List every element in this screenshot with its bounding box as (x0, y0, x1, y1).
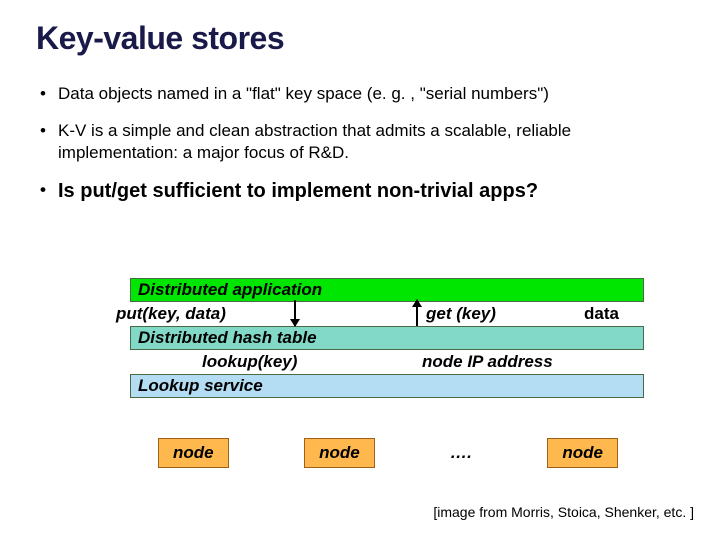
node-box: node (158, 438, 229, 468)
slide-title: Key-value stores (36, 20, 684, 57)
label-lookup: lookup(key) (202, 352, 297, 372)
label-lookup-service: Lookup service (130, 376, 263, 396)
bullet-item-2: K-V is a simple and clean abstraction th… (36, 120, 684, 163)
label-distributed-app: Distributed application (130, 280, 322, 300)
row-put-get: put(key, data) get (key) data (108, 302, 644, 326)
label-put: put(key, data) (116, 304, 226, 324)
bullet-item-3: Is put/get sufficient to implement non-t… (36, 179, 684, 204)
node-box: node (547, 438, 618, 468)
label-get: get (key) (426, 304, 496, 324)
arrow-up-icon (416, 300, 418, 326)
arrow-down-icon (294, 300, 296, 326)
row-lookup-service: Lookup service (130, 374, 644, 398)
bullet-list: Data objects named in a "flat" key space… (36, 83, 684, 204)
row-distributed-app: Distributed application (130, 278, 644, 302)
label-ip: node IP address (422, 352, 553, 372)
row-lookup: lookup(key) node IP address (108, 350, 644, 374)
node-box: node (304, 438, 375, 468)
ellipsis: …. (450, 443, 472, 463)
slide: Key-value stores Data objects named in a… (0, 0, 720, 540)
node-row: node node …. node (158, 438, 618, 468)
row-dht: Distributed hash table (130, 326, 644, 350)
bullet-item-1: Data objects named in a "flat" key space… (36, 83, 684, 104)
label-data: data (584, 304, 619, 324)
label-dht: Distributed hash table (130, 328, 317, 348)
image-credit: [image from Morris, Stoica, Shenker, etc… (433, 504, 694, 520)
